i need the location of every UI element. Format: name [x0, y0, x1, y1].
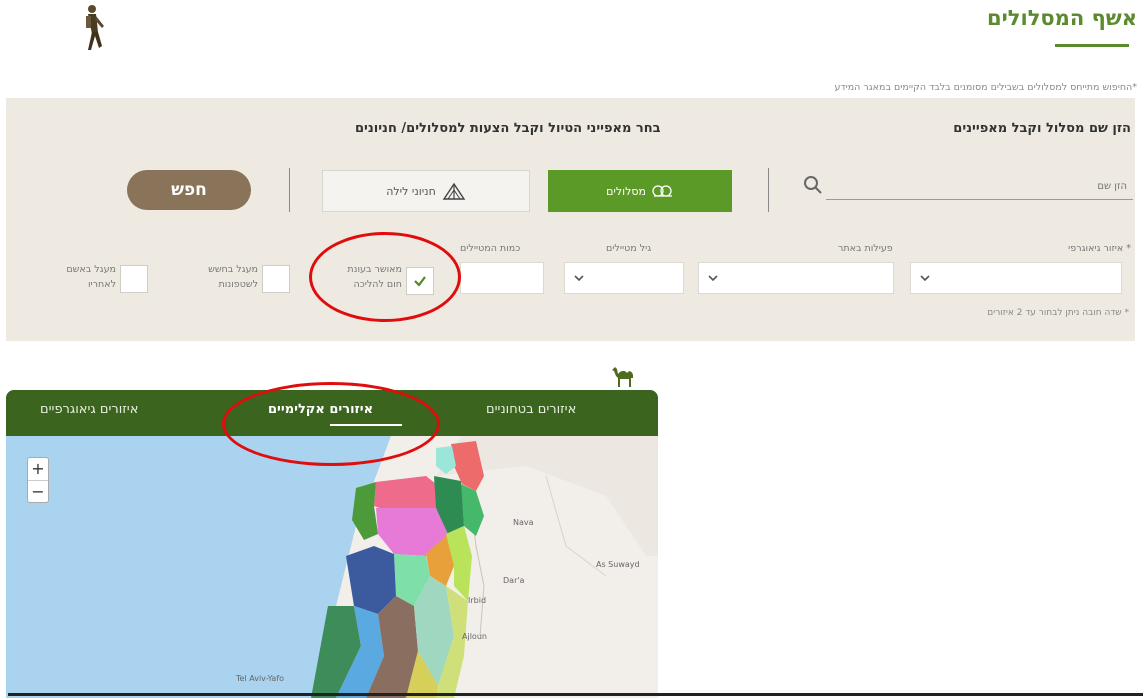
annotation-circle-tab: [222, 382, 440, 466]
flood-risk-checkbox[interactable]: [262, 265, 290, 293]
age-label: גיל מטיילים: [606, 243, 652, 254]
bottom-border: [8, 693, 1143, 696]
routes-icon: [652, 185, 672, 197]
geo-region-select[interactable]: [910, 262, 1122, 294]
zoom-out-button[interactable]: −: [28, 480, 48, 502]
page-title: אשף המסלולים: [986, 6, 1137, 30]
traveler-count-input[interactable]: [460, 262, 544, 294]
hiker-logo-icon: [86, 5, 104, 50]
after-rain-label-line1: מעגל באשם: [66, 264, 116, 275]
flood-risk-label-line2: לשטפונות: [218, 279, 258, 290]
divider: [768, 168, 769, 212]
place-label: Dar'a: [503, 576, 525, 585]
tent-icon: [442, 182, 466, 200]
age-select[interactable]: [564, 262, 684, 294]
flood-risk-label-line1: מעגל בחשש: [208, 264, 258, 275]
activity-select[interactable]: [698, 262, 894, 294]
chevron-down-icon: [574, 275, 584, 282]
tab-security-zones[interactable]: איזורים בטחוניים: [486, 402, 576, 417]
title-underline: [1055, 44, 1129, 47]
annotation-circle-checkbox: [309, 232, 461, 322]
place-label: As Suwayd: [596, 560, 640, 569]
required-field-note: * שדה חובה ניתן לבחור עד 2 איזורים: [987, 308, 1129, 318]
flood-risk-label: מעגל בחשש לשטפונות: [176, 262, 258, 292]
night-camps-label: חניוני לילה: [386, 184, 436, 198]
tab-geographic-zones[interactable]: איזורים גיאוגרפיים: [40, 402, 138, 417]
zoom-in-button[interactable]: +: [28, 458, 48, 480]
place-label: Irbid: [468, 596, 487, 605]
climate-zones-map[interactable]: [6, 436, 658, 698]
geo-region-label: * איזור גיאוגרפי: [1068, 243, 1131, 254]
search-icon[interactable]: [802, 174, 824, 196]
chevron-down-icon: [708, 275, 718, 282]
search-underline: [826, 199, 1133, 200]
after-rain-checkbox[interactable]: [120, 265, 148, 293]
search-disclaimer: *החיפוש מתייחס למסלולים בשבילים מסומנים …: [834, 82, 1137, 93]
place-label: Nava: [513, 518, 534, 527]
features-heading: בחר מאפייני הטיול וקבל הצעות למסלולים/ ח…: [355, 121, 661, 136]
place-label: Tel Aviv-Yafo: [236, 674, 285, 683]
zoom-control: + −: [27, 457, 49, 503]
routes-button-label: מסלולים: [606, 184, 646, 198]
search-button[interactable]: חפש: [127, 170, 251, 210]
route-name-heading: הזן שם מסלול וקבל מאפיינים: [953, 121, 1131, 136]
traveler-count-label: כמות המטיילים: [460, 243, 521, 254]
after-rain-label-line2: לאחריו: [87, 279, 116, 290]
camel-icon: [612, 367, 633, 387]
route-search: [798, 172, 1133, 200]
route-name-input[interactable]: [826, 174, 1127, 198]
place-label: Ajloun: [462, 632, 487, 641]
chevron-down-icon: [920, 275, 930, 282]
night-camps-button[interactable]: חניוני לילה: [322, 170, 530, 212]
activity-label: פעילות באתר: [838, 243, 893, 254]
after-rain-label: מעגל באשם לאחריו: [32, 262, 116, 292]
routes-button[interactable]: מסלולים: [548, 170, 732, 212]
divider: [289, 168, 290, 212]
